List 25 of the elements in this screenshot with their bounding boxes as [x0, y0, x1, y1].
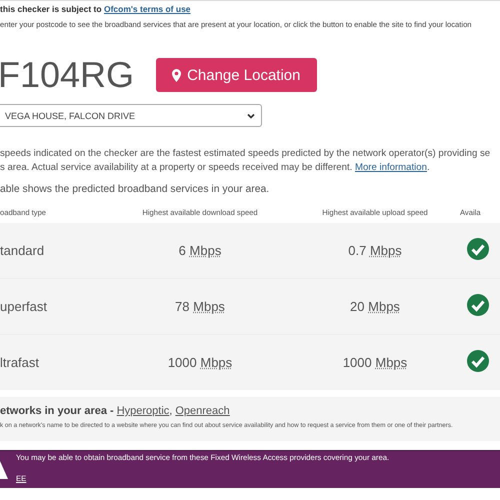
broadband-type: ltrafast	[0, 355, 40, 370]
address-select[interactable]: VEGA HOUSE, FALCON DRIVE	[0, 104, 262, 127]
speed-value: 1000 Mbps	[342, 355, 408, 370]
broadband-type: tandard	[0, 243, 46, 258]
speed-value: 1000 Mbps	[168, 355, 232, 370]
warning-icon	[0, 458, 8, 480]
network-link[interactable]: Openreach	[175, 405, 230, 417]
terms-notice: this checker is subject to Ofcom's terms of use	[0, 3, 192, 14]
disclaimer-text: s area. Actual service availability at a property or speeds received may be different. More information.	[0, 161, 431, 175]
speed-value: 0.7 Mbps	[348, 243, 402, 258]
more-information-link[interactable]: More information	[354, 162, 427, 173]
change-location-button[interactable]: Change Location	[156, 58, 316, 92]
chevron-down-icon	[247, 112, 255, 118]
broadband-type: uperfast	[0, 299, 48, 314]
disclaimer-text: speeds indicated on the checker are the fastest estimated speeds predicted by the network operator(s) providing se	[0, 147, 492, 161]
speed-value: 20 Mbps	[350, 299, 400, 314]
speed-value: 6 Mbps	[178, 243, 222, 258]
postcode: F104RG	[0, 54, 134, 96]
speed-value: 78 Mbps	[175, 299, 225, 314]
networks-heading: etworks in your area -	[0, 405, 114, 417]
separator: ,	[169, 405, 172, 417]
terms-link[interactable]: Ofcom's terms of use	[104, 4, 191, 14]
map-pin-icon	[172, 68, 182, 82]
table-intro: able shows the predicted broadband services in your area.	[0, 184, 270, 195]
network-link[interactable]: Hyperoptic	[116, 405, 170, 417]
